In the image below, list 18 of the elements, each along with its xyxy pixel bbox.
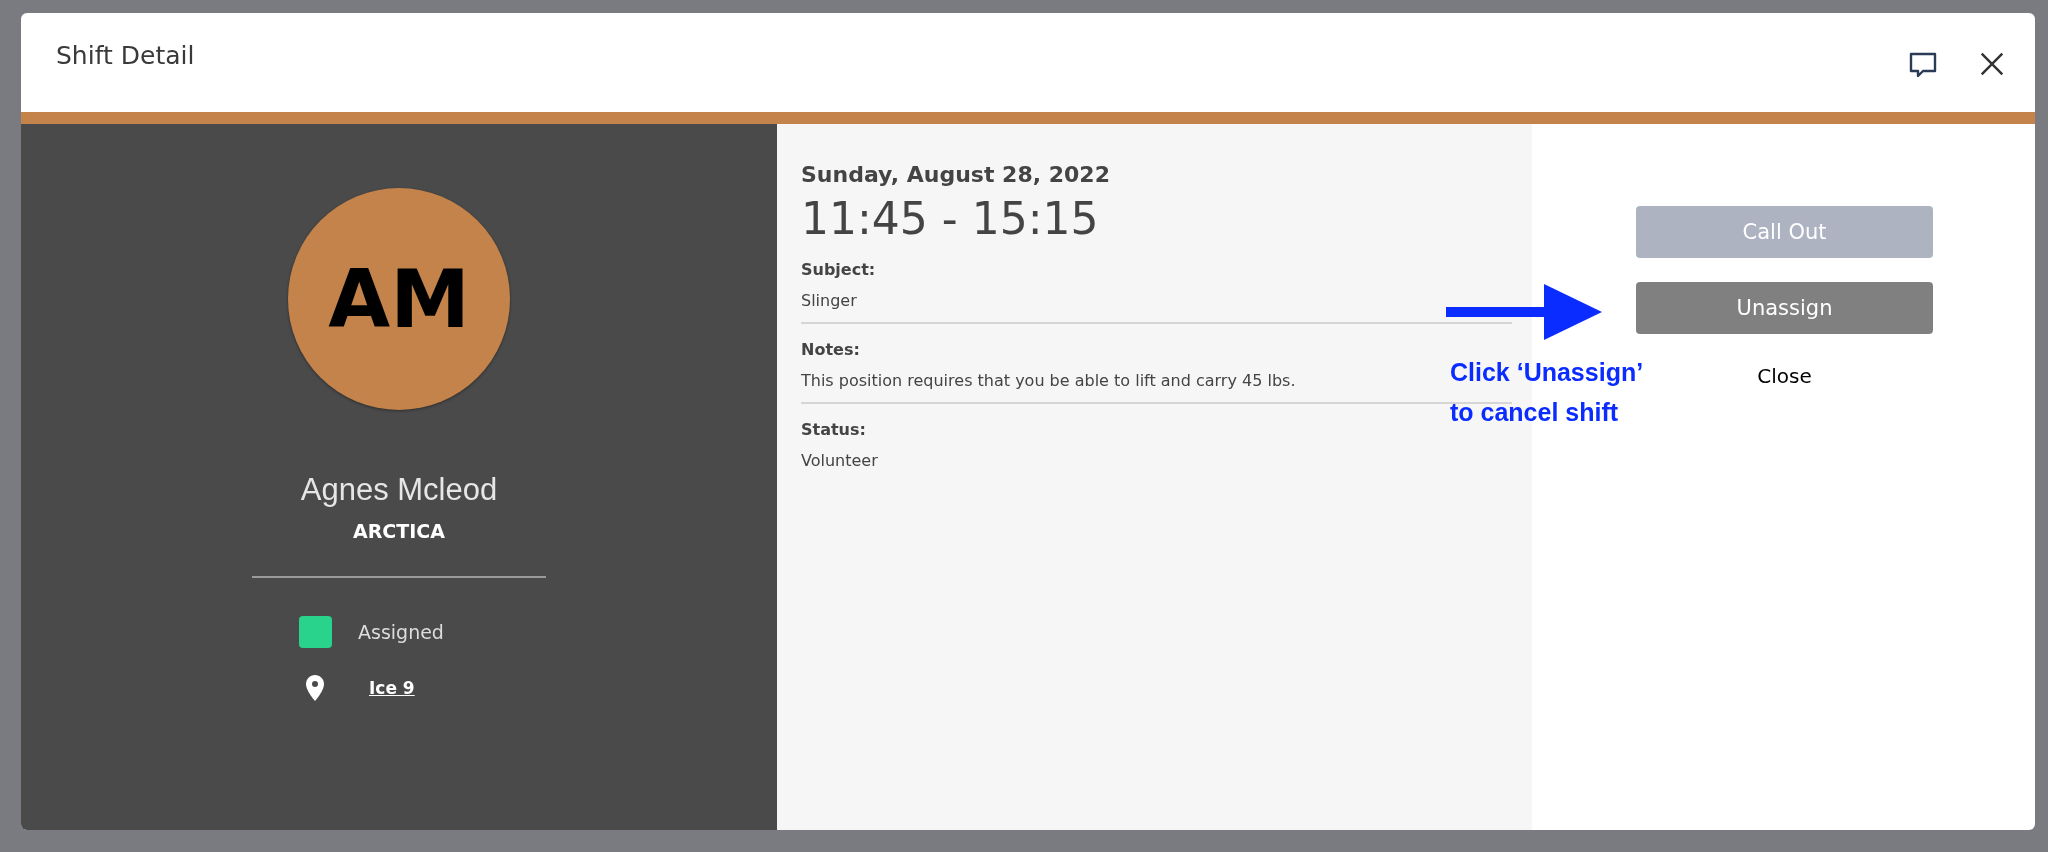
field-label: Subject: [801, 260, 876, 279]
field-value: Volunteer [801, 451, 878, 470]
location-pin-icon [305, 674, 325, 702]
action-button[interactable]: Unassign [1636, 282, 1933, 334]
location-link[interactable]: Ice 9 [369, 678, 415, 698]
person-name: Agnes Mcleod [300, 472, 498, 508]
field-value: This position requires that you be able to lift and carry 45 lbs. [801, 371, 1296, 390]
arrow-icon [1446, 284, 1602, 340]
field-value: Slinger [801, 291, 857, 310]
avatar: AM [288, 188, 510, 410]
modal-title: Shift Detail [56, 41, 195, 70]
organization-name: ARCTICA [353, 520, 445, 542]
shift-date: Sunday, August 28, 2022 [801, 162, 1111, 187]
field-label: Status: [801, 420, 866, 439]
field-label: Notes: [801, 340, 860, 359]
annotation-text: Click ‘Unassign’ to cancel shift [1450, 357, 1644, 428]
status-label: Assigned [358, 621, 444, 643]
shift-time: 11:45 - 15:15 [801, 193, 1100, 244]
